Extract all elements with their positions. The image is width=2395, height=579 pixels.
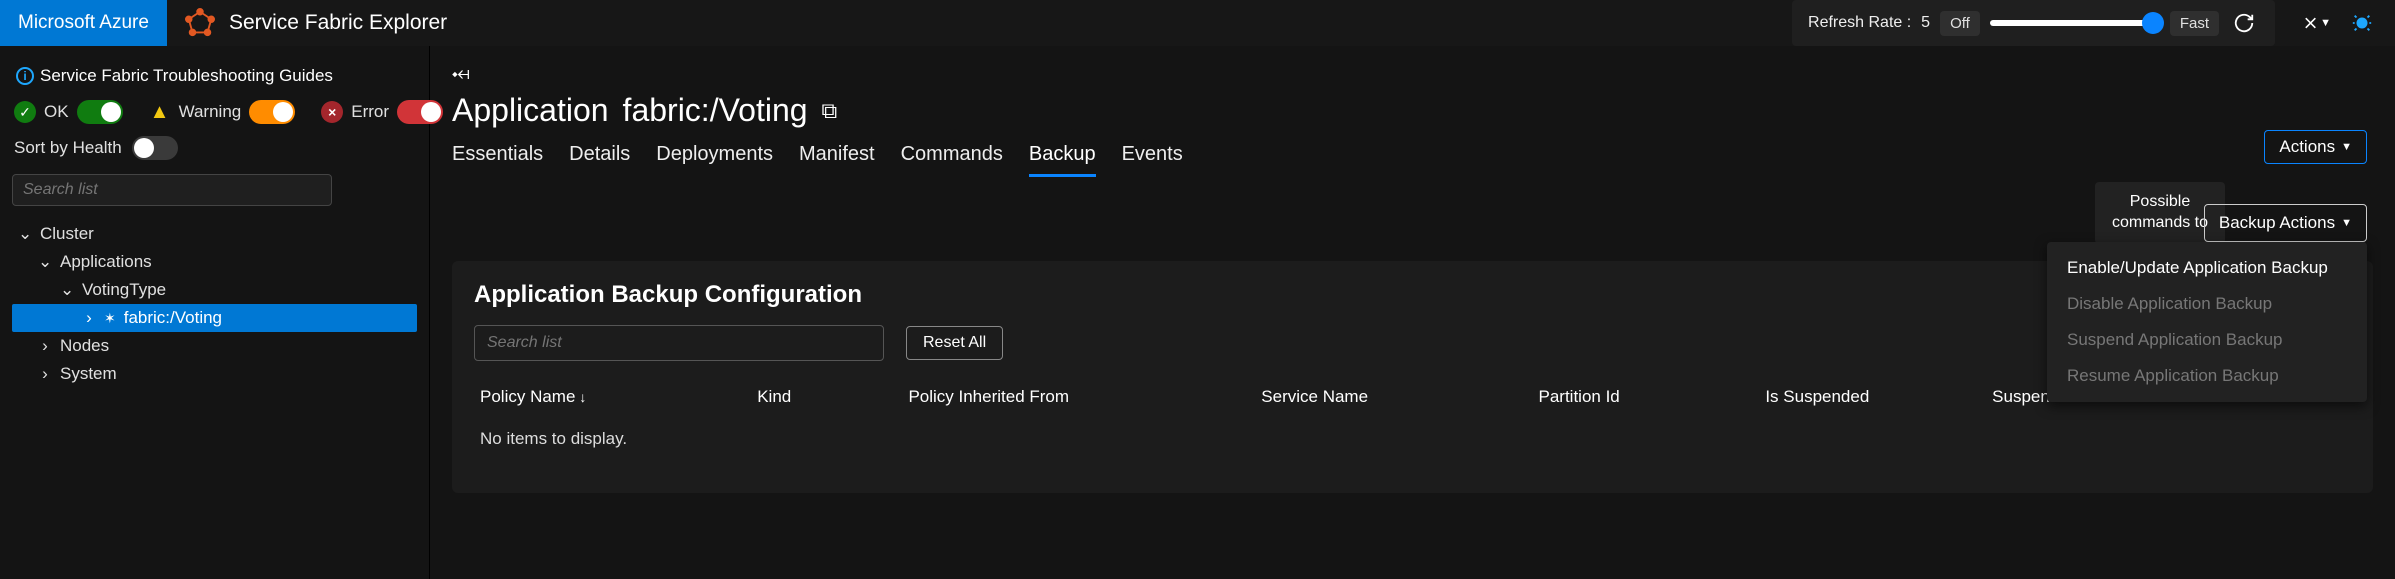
filter-ok-toggle[interactable] — [77, 100, 123, 124]
page-title-name: fabric:/Voting — [623, 92, 808, 129]
actions-button[interactable]: Actions ▼ — [2264, 130, 2367, 164]
application-icon: ✶ — [104, 310, 116, 327]
col-policy-name[interactable]: Policy Name↓ — [480, 387, 757, 407]
caret-down-icon: ▼ — [2341, 217, 2352, 229]
sort-label: Sort by Health — [14, 138, 122, 158]
azure-brand[interactable]: Microsoft Azure — [0, 0, 167, 46]
cluster-tree: ⌄ Cluster ⌄ Applications ⌄ VotingType › … — [12, 220, 417, 388]
tree-voting-app[interactable]: › ✶ fabric:/Voting — [12, 304, 417, 332]
troubleshooting-guides-link[interactable]: i Service Fabric Troubleshooting Guides — [16, 66, 413, 86]
error-icon: × — [321, 101, 343, 123]
tab-essentials[interactable]: Essentials — [452, 139, 543, 177]
chevron-right-icon: › — [38, 364, 52, 384]
refresh-slider-thumb[interactable] — [2142, 12, 2164, 34]
app-title: Service Fabric Explorer — [229, 11, 447, 35]
backup-actions-button[interactable]: Backup Actions ▼ — [2204, 204, 2367, 242]
copy-icon[interactable]: ⧉ — [822, 98, 838, 124]
backup-actions-dropdown: Enable/Update Application Backup Disable… — [2047, 242, 2367, 402]
bug-icon[interactable] — [2347, 8, 2377, 38]
refresh-off-button[interactable]: Off — [1940, 11, 1980, 36]
table-empty-message: No items to display. — [474, 415, 2351, 463]
col-policy-inherited-from[interactable]: Policy Inherited From — [908, 387, 1261, 407]
refresh-now-icon[interactable] — [2229, 8, 2259, 38]
tab-manifest[interactable]: Manifest — [799, 139, 875, 177]
filter-ok[interactable]: ✓ OK — [14, 100, 123, 124]
sort-toggle[interactable] — [132, 136, 178, 160]
troubleshooting-guides-label: Service Fabric Troubleshooting Guides — [40, 66, 333, 86]
filter-ok-label: OK — [44, 102, 69, 122]
refresh-slider[interactable] — [1990, 20, 2160, 26]
tree-nodes-label: Nodes — [60, 336, 109, 356]
tree-applications-label: Applications — [60, 252, 152, 272]
tree-voting-type-label: VotingType — [82, 280, 166, 300]
check-icon: ✓ — [14, 101, 36, 123]
service-fabric-logo-icon — [185, 8, 215, 38]
app-brand: Service Fabric Explorer — [167, 8, 465, 38]
topbar: Microsoft Azure Service Fabric Explorer … — [0, 0, 2395, 46]
dd-disable-backup: Disable Application Backup — [2047, 286, 2367, 322]
chevron-right-icon: › — [38, 336, 52, 356]
tab-backup[interactable]: Backup — [1029, 139, 1096, 177]
back-icon[interactable]: ⤟ — [452, 60, 470, 86]
dd-suspend-backup: Suspend Application Backup — [2047, 322, 2367, 358]
health-filters: ✓ OK ▲ Warning × Error — [14, 100, 415, 124]
actions-button-label: Actions — [2279, 137, 2335, 157]
tree-nodes[interactable]: › Nodes — [12, 332, 417, 360]
refresh-controls: Refresh Rate : 5 Off Fast — [1792, 0, 2275, 46]
refresh-rate-value: 5 — [1921, 14, 1930, 32]
page-title-prefix: Application — [452, 92, 609, 129]
chevron-down-icon: ⌄ — [60, 280, 74, 300]
tree-cluster-label: Cluster — [40, 224, 94, 244]
tree-voting-app-label: fabric:/Voting — [124, 308, 222, 328]
sidebar-search-input[interactable] — [12, 174, 332, 206]
tab-commands[interactable]: Commands — [901, 139, 1003, 177]
warning-icon: ▲ — [149, 101, 171, 123]
filter-warning-toggle[interactable] — [249, 100, 295, 124]
tabs: Essentials Details Deployments Manifest … — [452, 139, 2373, 177]
backup-actions-label: Backup Actions — [2219, 213, 2335, 233]
tree-voting-type[interactable]: ⌄ VotingType — [12, 276, 417, 304]
filter-warning-label: Warning — [179, 102, 242, 122]
sidebar: i Service Fabric Troubleshooting Guides … — [0, 46, 430, 579]
info-icon: i — [16, 67, 34, 85]
refresh-rate-label: Refresh Rate : — [1808, 14, 1911, 32]
chevron-down-icon: ⌄ — [18, 224, 32, 244]
page-title: Application fabric:/Voting ⧉ — [452, 92, 2373, 129]
dd-resume-backup: Resume Application Backup — [2047, 358, 2367, 394]
content: ⤟ Application fabric:/Voting ⧉ Essential… — [430, 46, 2395, 579]
col-service-name[interactable]: Service Name — [1261, 387, 1538, 407]
settings-icon[interactable]: ▼ — [2301, 8, 2331, 38]
col-is-suspended[interactable]: Is Suspended — [1765, 387, 1992, 407]
col-kind[interactable]: Kind — [757, 387, 908, 407]
col-partition-id[interactable]: Partition Id — [1539, 387, 1766, 407]
dd-enable-update-backup[interactable]: Enable/Update Application Backup — [2047, 250, 2367, 286]
tab-details[interactable]: Details — [569, 139, 630, 177]
filter-warning[interactable]: ▲ Warning — [149, 100, 296, 124]
tree-system-label: System — [60, 364, 117, 384]
tab-deployments[interactable]: Deployments — [656, 139, 773, 177]
tab-events[interactable]: Events — [1122, 139, 1183, 177]
panel-search-input[interactable] — [474, 325, 884, 361]
reset-all-button[interactable]: Reset All — [906, 326, 1003, 360]
chevron-down-icon: ⌄ — [38, 252, 52, 272]
tree-applications[interactable]: ⌄ Applications — [12, 248, 417, 276]
chevron-right-icon: › — [82, 308, 96, 328]
filter-error-label: Error — [351, 102, 389, 122]
caret-down-icon: ▼ — [2341, 141, 2352, 153]
filter-error[interactable]: × Error — [321, 100, 443, 124]
sort-desc-icon: ↓ — [579, 389, 586, 405]
tree-cluster[interactable]: ⌄ Cluster — [12, 220, 417, 248]
refresh-fast-button[interactable]: Fast — [2170, 11, 2219, 36]
sort-by-health[interactable]: Sort by Health — [14, 136, 415, 160]
tree-system[interactable]: › System — [12, 360, 417, 388]
topbar-icons: ▼ — [2283, 8, 2395, 38]
